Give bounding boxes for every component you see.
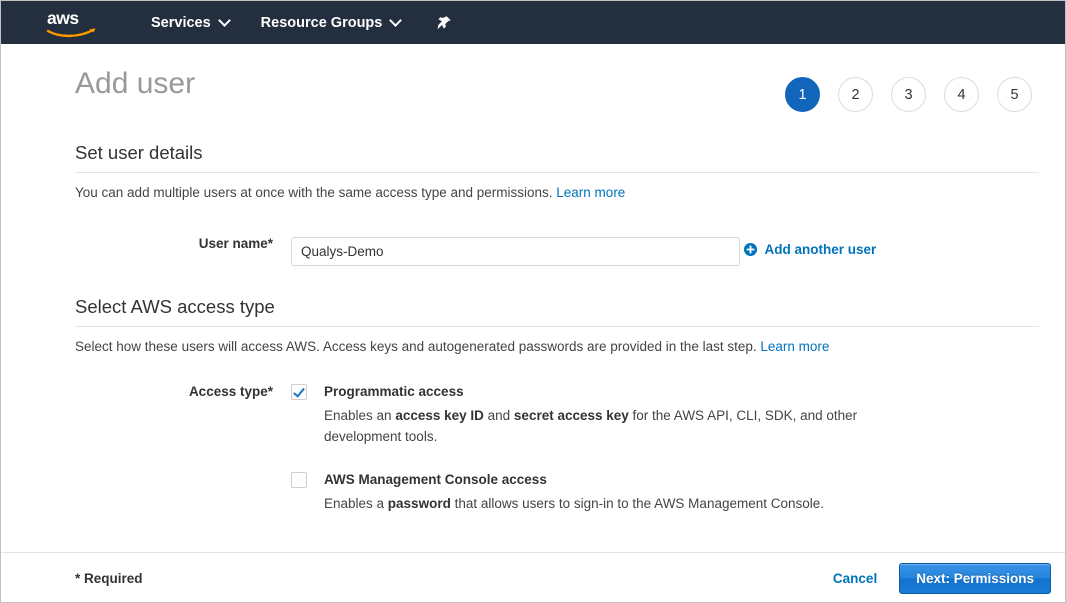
wizard-step-indicator: 1 2 3 4 5 bbox=[785, 77, 1039, 112]
svg-text:aws: aws bbox=[47, 8, 79, 28]
nav-item-resource-groups[interactable]: Resource Groups bbox=[261, 1, 401, 44]
plus-circle-icon bbox=[744, 243, 757, 256]
page-header: Add user 1 2 3 4 5 bbox=[1, 44, 1065, 112]
username-label: User name* bbox=[75, 230, 291, 266]
set-user-details-description-text: You can add multiple users at once with … bbox=[75, 185, 553, 200]
programmatic-access-description: Enables an access key ID and secret acce… bbox=[324, 405, 864, 447]
page-title: Add user bbox=[75, 66, 195, 102]
chevron-down-icon bbox=[391, 16, 400, 25]
wizard-step-1-label: 1 bbox=[798, 87, 806, 103]
access-type-options: Programmatic access Enables an access ke… bbox=[291, 382, 1039, 514]
console-access-description: Enables a password that allows users to … bbox=[324, 493, 824, 514]
wizard-step-1[interactable]: 1 bbox=[785, 77, 820, 112]
programmatic-access-checkbox[interactable] bbox=[291, 384, 307, 400]
required-note: * Required bbox=[75, 571, 143, 586]
wizard-step-3-label: 3 bbox=[904, 87, 912, 103]
add-another-user-button[interactable]: Add another user bbox=[744, 242, 876, 257]
aws-iam-add-user-screen: aws Services Resource Groups Add user 1 bbox=[0, 0, 1066, 603]
username-form-row: User name* Add another user bbox=[75, 230, 1039, 266]
pushpin-icon-svg bbox=[434, 13, 454, 33]
console-access-body: AWS Management Console access Enables a … bbox=[324, 470, 824, 514]
access-type-learn-more-link[interactable]: Learn more bbox=[760, 339, 829, 354]
username-control: Add another user bbox=[291, 230, 1039, 266]
section-divider bbox=[75, 326, 1039, 327]
wizard-step-3[interactable]: 3 bbox=[891, 77, 926, 112]
page-content: Set user details You can add multiple us… bbox=[1, 141, 1065, 514]
chevron-down-icon bbox=[220, 16, 229, 25]
footer-actions: Cancel Next: Permissions bbox=[833, 563, 1051, 594]
nav-item-services[interactable]: Services bbox=[151, 1, 229, 44]
programmatic-access-body: Programmatic access Enables an access ke… bbox=[324, 382, 864, 447]
access-type-description-text: Select how these users will access AWS. … bbox=[75, 339, 757, 354]
programmatic-access-title: Programmatic access bbox=[324, 382, 864, 401]
set-user-details-heading: Set user details bbox=[75, 141, 1039, 165]
wizard-step-2-label: 2 bbox=[851, 87, 859, 103]
page-body: Add user 1 2 3 4 5 S bbox=[1, 44, 1065, 603]
aws-top-navbar: aws Services Resource Groups bbox=[1, 1, 1065, 44]
aws-logo[interactable]: aws bbox=[45, 8, 101, 38]
add-another-user-label: Add another user bbox=[764, 242, 876, 257]
wizard-step-5[interactable]: 5 bbox=[997, 77, 1032, 112]
wizard-step-5-label: 5 bbox=[1010, 87, 1018, 103]
wizard-step-2[interactable]: 2 bbox=[838, 77, 873, 112]
access-type-description: Select how these users will access AWS. … bbox=[75, 338, 1039, 356]
access-type-label: Access type* bbox=[75, 382, 291, 514]
section-divider bbox=[75, 172, 1039, 173]
option-programmatic-access: Programmatic access Enables an access ke… bbox=[291, 382, 1039, 447]
console-access-title: AWS Management Console access bbox=[324, 470, 824, 489]
aws-logo-svg: aws bbox=[45, 8, 101, 38]
wizard-step-4[interactable]: 4 bbox=[944, 77, 979, 112]
cancel-button[interactable]: Cancel bbox=[833, 571, 877, 586]
set-user-details-description: You can add multiple users at once with … bbox=[75, 184, 1039, 202]
nav-item-resource-groups-label: Resource Groups bbox=[261, 15, 383, 31]
option-console-access: AWS Management Console access Enables a … bbox=[291, 470, 1039, 514]
user-details-learn-more-link[interactable]: Learn more bbox=[556, 185, 625, 200]
wizard-step-4-label: 4 bbox=[957, 87, 965, 103]
select-access-type-heading: Select AWS access type bbox=[75, 295, 1039, 319]
console-access-checkbox[interactable] bbox=[291, 472, 307, 488]
nav-item-services-label: Services bbox=[151, 15, 211, 31]
pushpin-icon[interactable] bbox=[434, 13, 454, 33]
wizard-footer: * Required Cancel Next: Permissions bbox=[1, 552, 1065, 603]
access-type-form-row: Access type* Programmatic access Enables… bbox=[75, 382, 1039, 514]
username-input[interactable] bbox=[291, 237, 740, 266]
plus-circle-icon-svg bbox=[744, 243, 757, 256]
next-permissions-button[interactable]: Next: Permissions bbox=[899, 563, 1051, 594]
